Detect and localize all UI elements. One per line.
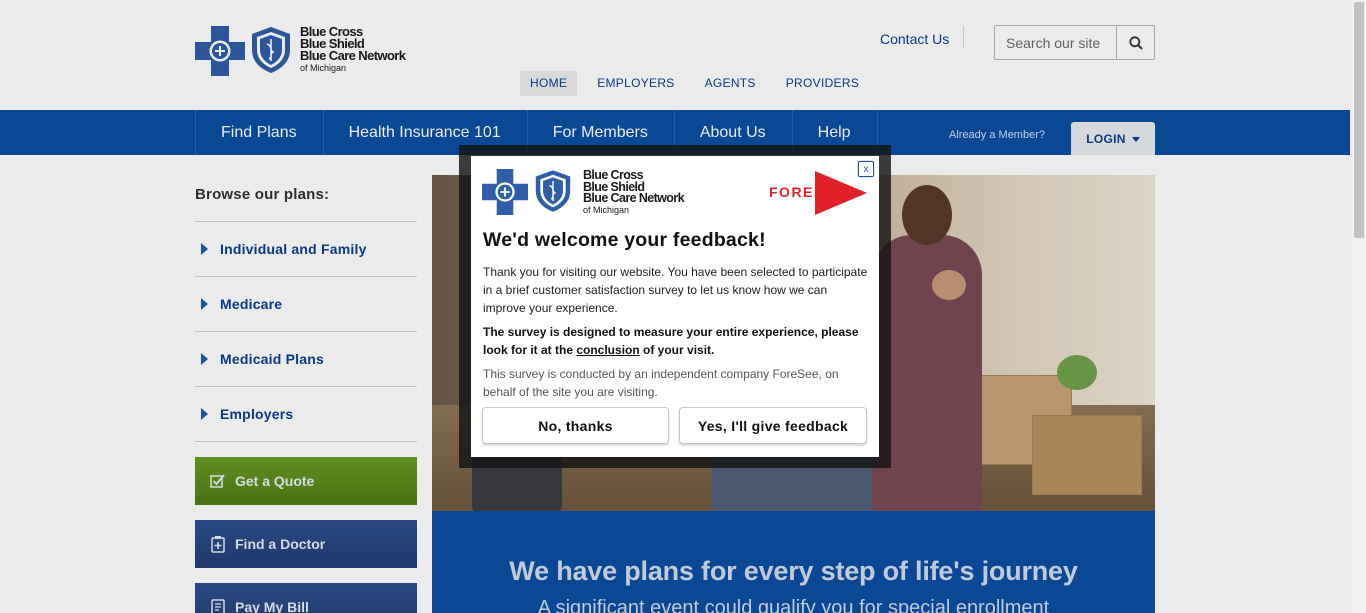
page-scrollbar[interactable] (1350, 0, 1366, 613)
survey-instruction-text: The survey is designed to measure your e… (483, 323, 868, 359)
decline-survey-button[interactable]: No, thanks (482, 407, 669, 444)
survey-disclaimer-text: This survey is conducted by an independe… (483, 367, 839, 399)
blue-shield-icon (535, 170, 571, 212)
scrollbar-thumb[interactable] (1354, 2, 1364, 238)
accept-survey-button[interactable]: Yes, I'll give feedback (679, 407, 867, 444)
foresee-logo: FORESEE (769, 171, 869, 215)
brand-line-3: Blue Care Network (583, 191, 685, 205)
survey-title: We'd welcome your feedback! (483, 229, 766, 251)
modal-bcbs-logo: Blue Cross Blue Shield Blue Care Network… (482, 169, 702, 217)
survey-instruction-end: of your visit. (639, 343, 715, 357)
foresee-wordmark: FORESEE (769, 184, 847, 200)
conclusion-emphasis: conclusion (576, 343, 640, 357)
blue-cross-icon (482, 169, 528, 215)
survey-intro-text: Thank you for visiting our website. You … (483, 265, 868, 315)
modal-brand-name: Blue Cross Blue Shield Blue Care Network… (583, 169, 685, 216)
brand-line-4: of Michigan (583, 204, 630, 215)
survey-modal: x Blue Cross Blue Shield Blue Care Netwo… (471, 156, 879, 457)
